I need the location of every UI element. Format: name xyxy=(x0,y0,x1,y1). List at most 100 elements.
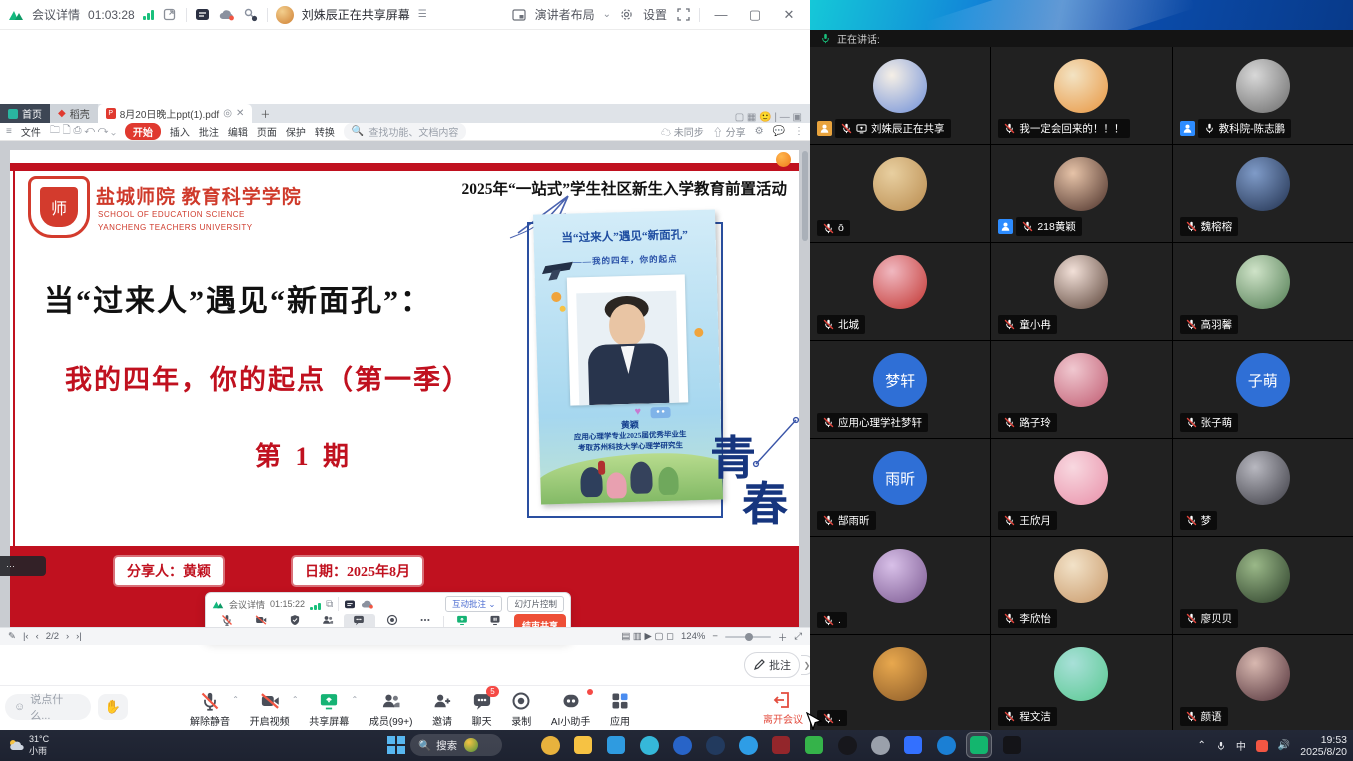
participant-tile[interactable]: 童小冉 xyxy=(991,243,1171,340)
tray-app-icon[interactable] xyxy=(1256,740,1268,752)
menu-file[interactable]: 文件 xyxy=(21,124,41,139)
participant-tile[interactable]: 程文洁 xyxy=(991,635,1171,732)
menu-protect[interactable]: 保护 xyxy=(286,124,306,139)
slide-control-pill[interactable]: 幻灯片控制 xyxy=(507,596,564,612)
toolbar-item-AI小助手[interactable]: AI小助手 xyxy=(551,691,590,728)
menu-page[interactable]: 页面 xyxy=(257,124,277,139)
prev-page-button[interactable]: ‹ xyxy=(36,631,39,642)
chevron-up-icon[interactable]: ⌃ xyxy=(352,695,359,704)
participant-tile[interactable]: 北城 xyxy=(810,243,990,340)
zoom-in-button[interactable]: ＋ xyxy=(778,630,788,644)
scrollbar[interactable] xyxy=(802,151,808,241)
new-tab-button[interactable]: ＋ xyxy=(252,104,278,123)
participant-tile[interactable]: 218黄颖 xyxy=(991,145,1171,242)
popout-icon[interactable]: ⧉ xyxy=(326,599,333,610)
menu-edit[interactable]: 编辑 xyxy=(228,124,248,139)
feishu-icon[interactable] xyxy=(901,733,925,757)
share-button[interactable]: ⇧ 分享 xyxy=(713,124,746,139)
docs-icon[interactable] xyxy=(195,7,211,23)
emoji-icon[interactable]: ☺ xyxy=(14,701,25,713)
view-mode-icons[interactable]: ▤ ▥ ▶ ▢ ◻ xyxy=(621,631,674,642)
close-button[interactable]: ✕ xyxy=(776,7,802,23)
participant-tile[interactable]: 魏榕榕 xyxy=(1173,145,1353,242)
toolbar-item-共享屏幕[interactable]: ⌃共享屏幕 xyxy=(309,691,349,728)
toolbar-item-应用[interactable]: 应用 xyxy=(610,691,630,728)
cat-icon[interactable] xyxy=(868,733,892,757)
key-icon[interactable] xyxy=(243,7,259,23)
participant-tile[interactable]: 李欣怡 xyxy=(991,537,1171,634)
popout-icon[interactable] xyxy=(162,7,178,23)
participant-tile[interactable]: 我一定会回来的！！！ xyxy=(991,47,1171,144)
zoom-out-button[interactable]: − xyxy=(712,631,718,642)
participant-tile[interactable]: 教科院-陈志鹏 xyxy=(1173,47,1353,144)
eye-icon[interactable]: ◎ xyxy=(223,108,232,119)
sync-status[interactable]: ☁ 未同步 xyxy=(661,124,704,139)
edge2-icon[interactable] xyxy=(934,733,958,757)
wps-store-tab[interactable]: ◆稻壳 xyxy=(50,104,98,123)
meeting-detail-button[interactable]: 会议详情 xyxy=(32,6,80,23)
menu-convert[interactable]: 转换 xyxy=(315,124,335,139)
more-icon[interactable]: ⋮ xyxy=(794,126,804,137)
taskbar-weather[interactable]: 31°C小雨 xyxy=(8,733,49,757)
tiktok-icon[interactable] xyxy=(1000,733,1024,757)
menu-comment[interactable]: 批注 xyxy=(199,124,219,139)
keyboard-icon[interactable] xyxy=(802,733,826,757)
next-page-button[interactable]: › xyxy=(66,631,69,642)
chat-input[interactable]: ☺ 说点什么... xyxy=(5,694,91,720)
participant-tile[interactable]: 刘姝辰正在共享 xyxy=(810,47,990,144)
taskbar-search[interactable]: 🔍 搜索 xyxy=(410,734,502,756)
raise-hand-button[interactable]: ✋ xyxy=(98,694,128,720)
settings-button[interactable]: 设置 xyxy=(643,6,667,23)
promo-badge[interactable] xyxy=(776,152,791,167)
participant-tile[interactable]: . xyxy=(810,635,990,732)
participant-tile[interactable]: . xyxy=(810,537,990,634)
qq-icon[interactable] xyxy=(703,733,727,757)
participant-tile[interactable]: 颜语 xyxy=(1173,635,1353,732)
toolbar-item-录制[interactable]: 录制 xyxy=(511,691,531,728)
participant-tile[interactable]: ō xyxy=(810,145,990,242)
participant-tile[interactable]: 梦轩应用心理学社梦轩 xyxy=(810,341,990,438)
annotate-pill[interactable]: 互动批注 ⌄ xyxy=(445,596,503,612)
toolbar-item-聊天[interactable]: 5聊天 xyxy=(472,691,492,728)
last-page-button[interactable]: ›| xyxy=(76,631,82,642)
fullscreen-icon[interactable] xyxy=(675,7,691,23)
volume-icon[interactable]: 🔊 xyxy=(1278,740,1290,751)
participant-tile[interactable]: 高羽馨 xyxy=(1173,243,1353,340)
fit-icon[interactable]: ⤢ xyxy=(794,631,802,642)
chat-message-overlay[interactable]: ⋯ xyxy=(0,556,46,576)
pen-icon[interactable]: ✎ xyxy=(8,631,16,642)
participant-tile[interactable]: 子萌张子萌 xyxy=(1173,341,1353,438)
meeting-icon[interactable] xyxy=(967,733,991,757)
gear-icon[interactable]: ⚙ xyxy=(755,126,764,137)
cloud-record-icon[interactable] xyxy=(361,599,374,609)
browser-icon[interactable] xyxy=(670,733,694,757)
edge-icon[interactable] xyxy=(637,733,661,757)
photos-icon[interactable] xyxy=(604,733,628,757)
zoom-slider[interactable] xyxy=(725,636,771,638)
layout-button[interactable]: 演讲者布局 xyxy=(535,6,595,23)
wps-icon[interactable] xyxy=(769,733,793,757)
comment-icon[interactable]: 💬 xyxy=(773,126,785,137)
toolbar-item-开启视频[interactable]: ⌃开启视频 xyxy=(250,691,290,728)
chevron-up-icon[interactable]: ⌃ xyxy=(292,695,299,704)
tab-close-icon[interactable]: ✕ xyxy=(236,108,244,119)
participant-tile[interactable]: 路子玲 xyxy=(991,341,1171,438)
cloud-record-icon[interactable] xyxy=(219,7,235,23)
annotate-button[interactable]: 批注 xyxy=(744,652,800,678)
participant-tile[interactable]: 雨昕郜雨昕 xyxy=(810,439,990,536)
sharing-menu-icon[interactable]: ☰ xyxy=(418,9,427,20)
menu-start[interactable]: 开始 xyxy=(125,123,161,140)
eight-ball-icon[interactable] xyxy=(835,733,859,757)
wps-home-tab[interactable]: 首页 xyxy=(0,104,50,123)
wps-window-icons[interactable]: ▢ ▦ 🙂 | — ▣ xyxy=(735,112,802,123)
file-explorer-icon[interactable] xyxy=(571,733,595,757)
docs-icon[interactable] xyxy=(344,599,356,609)
leave-meeting-button[interactable]: 离开会议 xyxy=(763,691,803,726)
menu-insert[interactable]: 插入 xyxy=(170,124,190,139)
taskbar-clock[interactable]: 19:53 2025/8/20 xyxy=(1300,734,1347,758)
quick-icons[interactable]: 🗀 🗋 ⎙ ↶ ↷ ⌄ xyxy=(50,123,116,140)
compass-icon[interactable] xyxy=(736,733,760,757)
participant-tile[interactable]: 廖贝贝 xyxy=(1173,537,1353,634)
minimize-button[interactable]: — xyxy=(708,7,734,22)
participant-tile[interactable]: 梦 xyxy=(1173,439,1353,536)
